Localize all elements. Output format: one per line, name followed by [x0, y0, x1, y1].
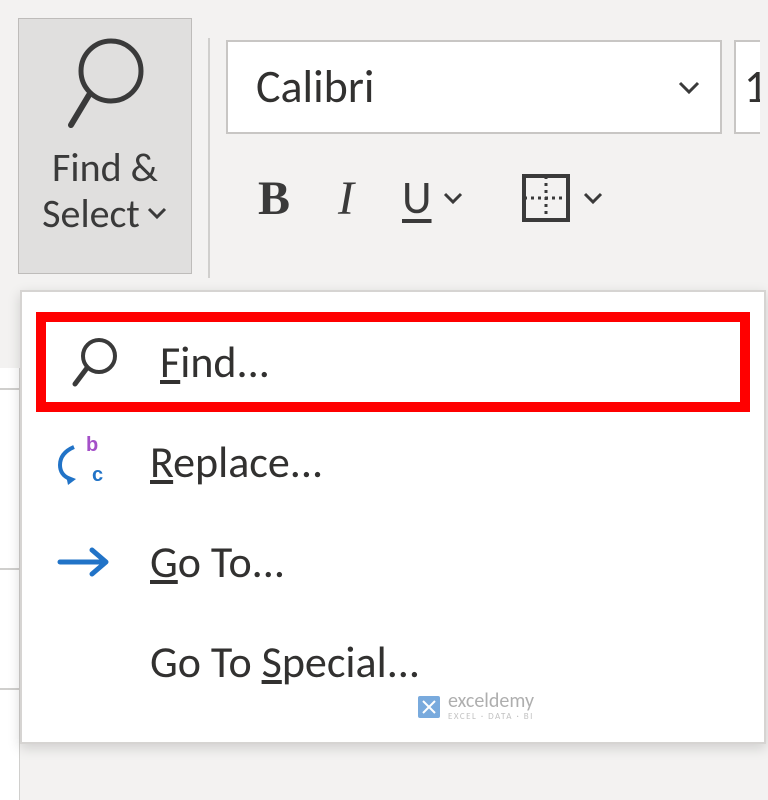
watermark-logo-icon	[416, 694, 442, 720]
arrow-right-icon	[50, 534, 120, 590]
bold-button[interactable]: B	[258, 171, 290, 226]
menu-label: Replace...	[150, 435, 323, 489]
menu-item-goto-special[interactable]: Go To Special...	[22, 612, 764, 712]
font-group: Calibri 1 B I U	[226, 18, 760, 226]
font-size-select[interactable]: 1	[734, 40, 760, 134]
chevron-down-icon	[582, 191, 604, 205]
chevron-down-icon	[146, 206, 168, 220]
chevron-down-icon	[442, 191, 464, 205]
find-select-button[interactable]: Find & Select	[18, 18, 192, 274]
menu-label: Find...	[160, 335, 270, 389]
menu-item-replace[interactable]: b c Replace...	[22, 412, 764, 512]
find-select-dropdown: Find... b c Replace... Go To... Go To Sp…	[20, 290, 766, 744]
font-select[interactable]: Calibri	[226, 40, 722, 134]
borders-icon	[520, 172, 572, 224]
borders-button[interactable]	[520, 172, 604, 224]
svg-text:b: b	[86, 435, 98, 456]
menu-label: Go To...	[150, 535, 285, 589]
menu-item-find[interactable]: Find...	[36, 312, 750, 412]
font-name-label: Calibri	[256, 59, 374, 115]
blank-icon	[50, 634, 120, 690]
chevron-down-icon	[676, 79, 702, 95]
ribbon-toolbar: Find & Select Calibri	[0, 0, 768, 290]
watermark: exceldemy EXCEL · DATA · BI	[416, 691, 534, 722]
underline-button[interactable]: U	[402, 170, 464, 226]
replace-icon: b c	[50, 434, 120, 490]
svg-text:c: c	[92, 464, 103, 486]
menu-item-goto[interactable]: Go To...	[22, 512, 764, 612]
italic-button[interactable]: I	[330, 171, 362, 226]
menu-label: Go To Special...	[150, 635, 420, 689]
worksheet-area	[0, 368, 20, 800]
magnifier-icon	[61, 33, 149, 133]
find-select-label: Find & Select	[42, 145, 168, 236]
search-icon	[60, 334, 130, 390]
ribbon-divider	[208, 38, 210, 278]
